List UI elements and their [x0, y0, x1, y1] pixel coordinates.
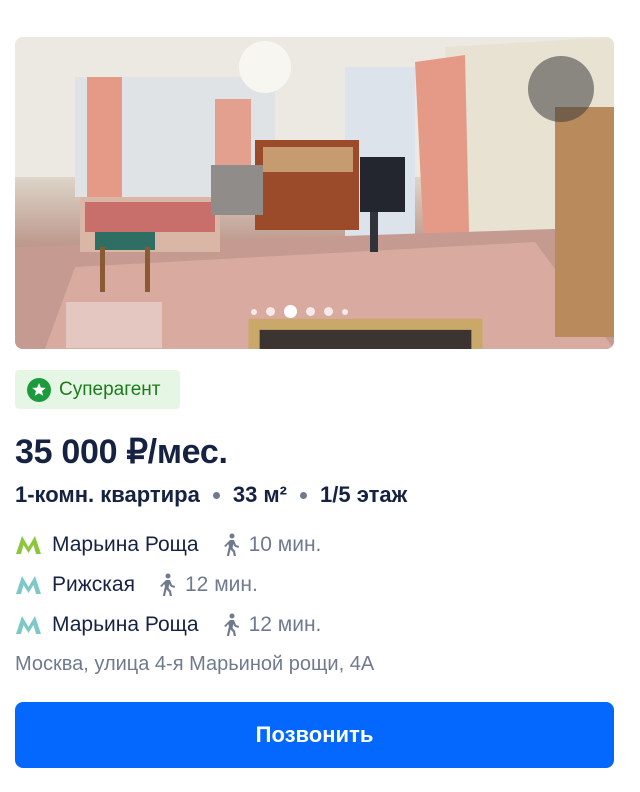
pagination-dot[interactable] — [251, 308, 257, 315]
pagination-dot[interactable] — [342, 308, 348, 315]
metro-item: Марьина Роща 12 мин. — [15, 613, 321, 637]
walk-time: 10 мин. — [248, 533, 322, 556]
walk-icon — [223, 613, 239, 636]
walk-icon — [223, 533, 239, 556]
feature-separator — [212, 491, 220, 499]
walk-time: 12 мин. — [185, 573, 258, 596]
feature-area: 33 м² — [232, 482, 288, 507]
agency-logo — [66, 302, 483, 349]
walk-icon — [160, 573, 175, 596]
price: 35 000 ₽/мес. — [15, 433, 228, 471]
favorite-button[interactable] — [528, 56, 594, 122]
photo-pagination[interactable] — [251, 305, 348, 318]
pagination-dot[interactable] — [266, 307, 275, 316]
feature-floor: 1/5 этаж — [320, 482, 408, 507]
call-button[interactable]: Позвонить — [15, 702, 614, 768]
listing-features: 1-комн. квартира 33 м² 1/5 этаж — [15, 482, 407, 508]
address: Москва, улица 4-я Марьиной рощи, 4А — [15, 653, 375, 675]
metro-icon — [16, 576, 41, 594]
badge-label: Суперагент — [59, 378, 161, 400]
feature-rooms: 1-комн. квартира — [15, 482, 200, 507]
superagent-badge: Суперагент — [15, 370, 180, 409]
metro-station-name: Марьина Роща — [52, 613, 199, 636]
pagination-dot[interactable] — [306, 307, 315, 316]
metro-icon — [16, 536, 41, 554]
walk-time: 12 мин. — [248, 613, 322, 636]
star-icon — [27, 377, 51, 402]
metro-item: Марьина Роща 10 мин. — [15, 533, 321, 557]
feature-separator — [300, 491, 308, 499]
metro-item: Рижская 12 мин. — [15, 573, 258, 597]
pagination-dot-active[interactable] — [284, 305, 297, 318]
metro-station-name: Марьина Роща — [52, 533, 199, 556]
pagination-dot[interactable] — [324, 307, 333, 316]
listing-photo[interactable] — [15, 37, 614, 349]
metro-station-name: Рижская — [52, 573, 135, 596]
metro-icon — [16, 616, 41, 634]
